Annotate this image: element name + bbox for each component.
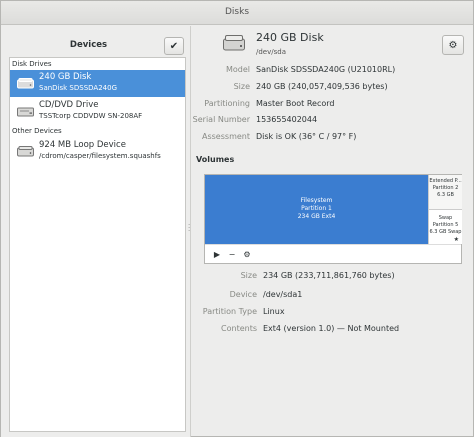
model-label: Model bbox=[225, 65, 250, 74]
harddisk-icon bbox=[17, 146, 34, 157]
minus-icon: − bbox=[228, 250, 236, 259]
device-item-240gb-disk[interactable]: 240 GB Disk SanDisk SDSSDA240G bbox=[10, 70, 185, 97]
gears-icon: ⚙ bbox=[243, 250, 251, 259]
section-disk-drives: Disk Drives bbox=[12, 60, 52, 68]
swap-star-icon: ★ bbox=[453, 236, 459, 243]
volume-extended-partition[interactable]: Extended P... Partition 2 6.3 GB bbox=[428, 175, 462, 209]
disks-window: Disks Devices ✔ Disk Drives 240 GB Disk … bbox=[0, 0, 474, 437]
devices-header: Devices ✔ bbox=[1, 34, 191, 58]
volume-swap-partition[interactable]: Swap Partition 5 6.3 GB Swap ★ bbox=[428, 209, 462, 244]
volume-label: Swap bbox=[438, 215, 453, 221]
device-value: /dev/sda1 bbox=[263, 290, 303, 299]
size-label: Size bbox=[233, 82, 250, 91]
volumes-graph: Filesystem Partition 1 234 GB Ext4 Exten… bbox=[204, 174, 462, 264]
volume-partition-1[interactable]: Filesystem Partition 1 234 GB Ext4 bbox=[205, 175, 428, 244]
partition-type-label: Partition Type bbox=[202, 307, 257, 316]
select-mode-button[interactable]: ✔ bbox=[164, 37, 184, 55]
partitioning-value: Master Boot Record bbox=[256, 99, 335, 108]
devices-title: Devices bbox=[69, 40, 108, 50]
titlebar[interactable]: Disks bbox=[1, 1, 473, 25]
device-item-loop-device[interactable]: 924 MB Loop Device /cdrom/casper/filesys… bbox=[10, 138, 185, 165]
checkmark-icon: ✔ bbox=[169, 40, 179, 52]
partition-settings-button[interactable]: ⚙ bbox=[241, 249, 253, 261]
pane-resize-handle[interactable]: · · · bbox=[188, 222, 190, 235]
disk-menu-button[interactable]: ⚙ bbox=[442, 35, 464, 55]
volume-size: 6.3 GB bbox=[437, 192, 454, 198]
device-list: Disk Drives 240 GB Disk SanDisk SDSSDA24… bbox=[9, 57, 186, 432]
volume-size: 234 GB Ext4 bbox=[297, 213, 336, 220]
volume-partition: Partition 2 bbox=[432, 185, 459, 191]
volume-label: Filesystem bbox=[300, 197, 333, 204]
serial-number-value: 153655402044 bbox=[256, 115, 318, 124]
optical-drive-icon bbox=[17, 107, 34, 117]
partition-size-value: 234 GB (233,711,861,760 bytes) bbox=[263, 271, 395, 280]
section-other-devices: Other Devices bbox=[12, 127, 62, 135]
harddisk-icon bbox=[223, 35, 245, 51]
contents-value: Ext4 (version 1.0) — Not Mounted bbox=[263, 324, 400, 333]
window-title: Disks bbox=[224, 7, 250, 17]
serial-number-label: Serial Number bbox=[192, 115, 250, 124]
device-name: 240 GB Disk bbox=[39, 72, 92, 82]
device-item-cd-dvd-drive[interactable]: CD/DVD Drive TSSTcorp CDDVDW SN-208AF bbox=[10, 98, 185, 125]
device-detail: SanDisk SDSSDA240G bbox=[39, 84, 117, 92]
volume-partition: Partition 1 bbox=[301, 205, 332, 212]
assessment-label: Assessment bbox=[202, 132, 250, 141]
harddisk-icon bbox=[17, 78, 34, 89]
device-name: 924 MB Loop Device bbox=[39, 140, 126, 150]
contents-label: Contents bbox=[221, 324, 257, 333]
volume-label: Extended P... bbox=[429, 178, 462, 184]
size-value: 240 GB (240,057,409,536 bytes) bbox=[256, 82, 388, 91]
device-label: Device bbox=[229, 290, 257, 299]
volume-size: 6.3 GB Swap bbox=[429, 229, 462, 235]
volume-toolbar: ▶ − ⚙ bbox=[205, 244, 461, 264]
play-icon: ▶ bbox=[213, 250, 221, 259]
device-detail: /cdrom/casper/filesystem.squashfs bbox=[39, 152, 161, 160]
disk-details-pane: 240 GB Disk /dev/sda ⚙ Model SanDisk SDS… bbox=[192, 26, 473, 437]
partitioning-label: Partitioning bbox=[204, 99, 250, 108]
disk-device-path: /dev/sda bbox=[256, 48, 286, 56]
device-detail: TSSTcorp CDDVDW SN-208AF bbox=[39, 112, 143, 120]
gear-icon: ⚙ bbox=[448, 39, 458, 51]
disk-title: 240 GB Disk bbox=[256, 31, 324, 44]
assessment-value: Disk is OK (36° C / 97° F) bbox=[256, 132, 357, 141]
device-name: CD/DVD Drive bbox=[39, 100, 99, 110]
partition-size-label: Size bbox=[240, 271, 257, 280]
devices-pane: Devices ✔ Disk Drives 240 GB Disk SanDis… bbox=[1, 26, 191, 437]
partition-type-value: Linux bbox=[263, 307, 285, 316]
volumes-header: Volumes bbox=[196, 155, 235, 164]
mount-button[interactable]: ▶ bbox=[211, 249, 223, 261]
model-value: SanDisk SDSSDA240G (U21010RL) bbox=[256, 65, 396, 74]
volume-partition: Partition 5 bbox=[432, 222, 459, 228]
delete-partition-button[interactable]: − bbox=[226, 249, 238, 261]
